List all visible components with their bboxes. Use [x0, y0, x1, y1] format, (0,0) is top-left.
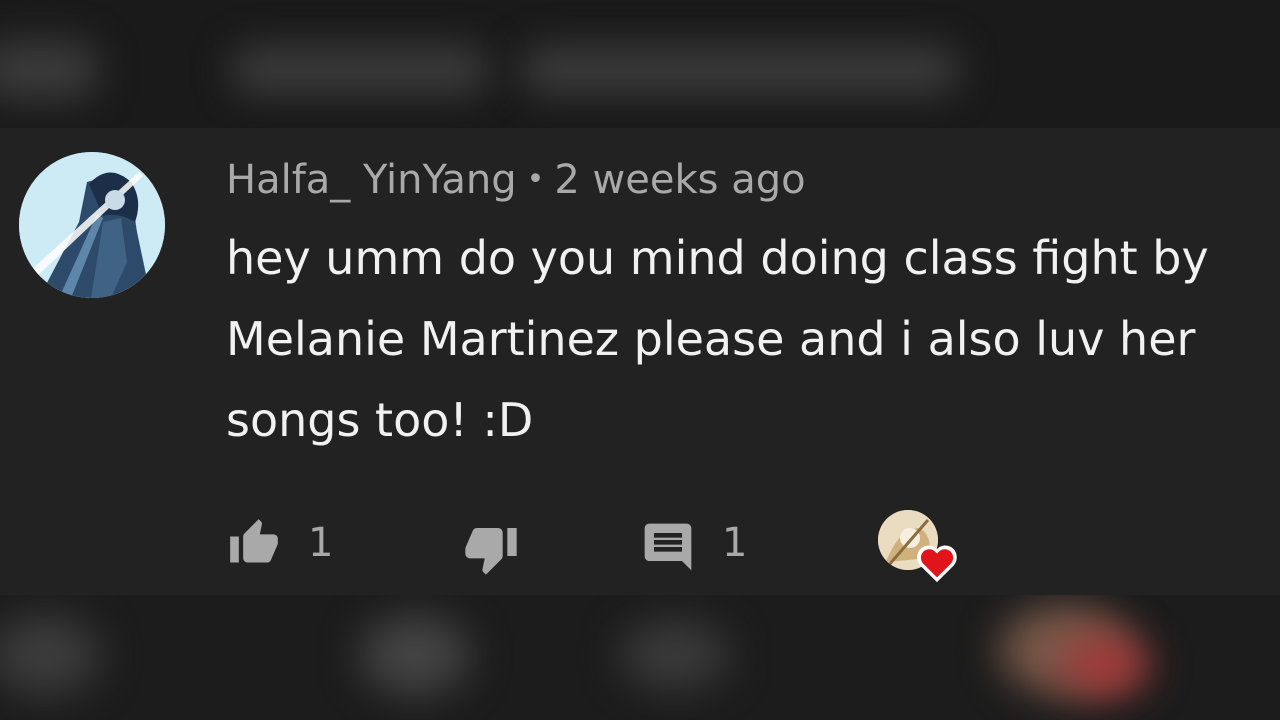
thumbs-up-icon — [230, 519, 278, 563]
reply-count: 1 — [722, 520, 748, 566]
comment-actions: 1 1 — [0, 503, 1280, 583]
blurred-next-comment-actions — [0, 595, 1280, 720]
comment-meta: Halfa_ YinYang • 2 weeks ago — [226, 154, 806, 206]
dislike-button[interactable] — [463, 503, 519, 583]
like-count: 1 — [308, 520, 334, 566]
creator-heart-badge — [878, 510, 960, 584]
blurred-previous-comment — [0, 0, 1280, 128]
comment-icon — [644, 523, 692, 571]
thumbs-down-icon — [465, 528, 517, 575]
like-button[interactable]: 1 — [226, 503, 333, 583]
author-name[interactable]: Halfa_ YinYang — [226, 157, 517, 203]
comment-line: Melanie Martinez please and i also luv h… — [226, 312, 1196, 366]
comment-card: Halfa_ YinYang • 2 weeks ago hey umm do yo… — [0, 128, 1280, 595]
heart-icon — [917, 545, 957, 583]
comment-screenshot: Halfa_ YinYang • 2 weeks ago hey umm do yo… — [0, 0, 1280, 720]
comment-text: hey umm do you mind doing class fight by… — [226, 218, 1276, 461]
meta-separator: • — [526, 162, 545, 197]
author-avatar[interactable] — [19, 152, 165, 298]
comment-timestamp[interactable]: 2 weeks ago — [554, 157, 805, 203]
reply-button[interactable]: 1 — [640, 503, 747, 583]
comment-line: songs too! :D — [226, 393, 534, 447]
comment-line: hey umm do you mind doing class fight by — [226, 231, 1209, 285]
